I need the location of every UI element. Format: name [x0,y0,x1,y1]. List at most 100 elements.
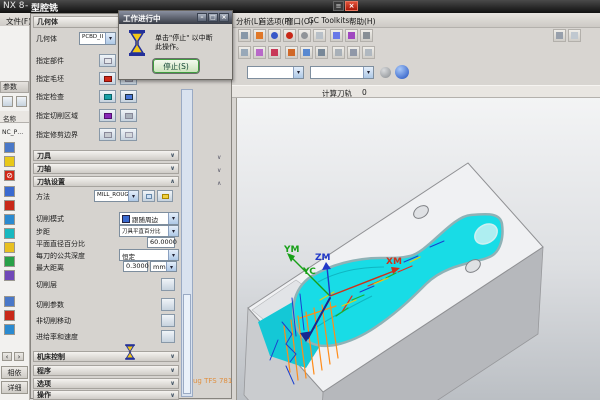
toolbar-icon[interactable] [313,29,326,42]
key-icon[interactable] [4,156,15,167]
resource-bar-icon[interactable] [4,256,15,267]
toolbar-icon[interactable] [268,29,281,42]
tree-row-nc-program[interactable]: NC_P… [2,129,23,136]
toolbar-icon[interactable] [253,29,266,42]
toolbar-icon[interactable] [315,46,328,59]
toolbar-icon[interactable] [285,46,298,59]
gray-sphere-icon[interactable] [380,67,391,78]
toolbar-icon[interactable] [360,29,373,42]
toolbar-icon[interactable] [300,46,313,59]
toolbar-icon[interactable] [283,29,296,42]
dialog-scrollbar[interactable] [181,89,193,397]
path-settings-section-bar[interactable]: 刀轨设置 ∧ [33,176,179,187]
combo-dropdown-icon[interactable]: ▾ [293,67,303,78]
combo-dropdown-icon[interactable]: ▾ [363,67,373,78]
menu-gc-toolkits[interactable]: GC Toolkits [308,16,349,25]
resource-bar-icon[interactable] [4,214,15,225]
navigator-header[interactable]: 参数 [0,81,29,93]
feeds-speeds-icon[interactable] [161,330,175,343]
name-column-header[interactable]: 名称 [0,111,29,123]
stop-button[interactable]: 停止(S) [153,59,199,73]
combo-dropdown-icon[interactable]: ▾ [168,250,178,260]
resource-bar-icon[interactable] [4,310,15,321]
resource-bar-icon[interactable] [4,242,15,253]
actions-section-bar[interactable]: 操作 ∨ [33,390,179,400]
tree-item-icon[interactable] [4,142,15,153]
panel-chevron-icon[interactable]: ∨ [217,154,221,161]
dependencies-tab[interactable]: 相依 [1,366,28,379]
close-icon[interactable]: × [219,13,229,22]
close-icon[interactable]: × [345,1,358,11]
viewport-3d[interactable]: YM YC ZM XM [237,98,600,400]
toolbar-icon[interactable] [238,29,251,42]
navigator-toolbar-icon[interactable] [16,96,27,107]
blue-sphere-icon[interactable] [395,65,409,79]
max-distance-field[interactable]: 0.3000 [123,261,148,272]
toolbar-icon[interactable] [298,29,311,42]
resource-bar-icon[interactable] [4,270,15,281]
select-part-icon[interactable] [99,54,116,67]
toolbar-icon[interactable] [330,29,343,42]
no-entry-icon[interactable]: ⊘ [4,170,15,181]
resource-bar-icon[interactable] [4,296,15,307]
program-section-bar[interactable]: 程序 ∨ [33,365,179,376]
select-check-icon[interactable] [99,90,116,103]
resource-bar-icon[interactable] [4,324,15,335]
view-combo[interactable]: ▾ [247,66,304,79]
dialog-scrollbar-thumb[interactable] [183,294,191,394]
toolbar-icon[interactable] [345,29,358,42]
collapse-icon: ∨ [170,367,175,374]
cut-levels-icon[interactable] [161,278,175,291]
progress-title-bar[interactable]: 工作进行中 – □ × [119,11,232,24]
panel-chevron-icon[interactable]: ∨ [217,167,221,174]
combo-dropdown-icon[interactable]: ▾ [166,262,176,271]
toolbar-icon[interactable] [238,46,251,59]
navigator-toolbar-icon[interactable] [2,96,13,107]
window-menu-icon[interactable]: ≡ [333,1,344,11]
percent-flat-field[interactable]: 60.0000 [147,237,175,248]
toolbar-icon[interactable] [268,46,281,59]
scroll-left-button[interactable]: ‹ [2,352,12,361]
scroll-right-button[interactable]: › [14,352,24,361]
minimize-icon[interactable]: – [197,13,207,22]
flashlight-icon[interactable] [120,90,137,103]
non-cutting-moves-icon[interactable] [161,314,175,327]
menu-analysis[interactable]: 分析(L) [236,16,261,27]
display-cut-area-icon[interactable] [120,109,137,122]
combo-dropdown-icon[interactable]: ▾ [168,226,178,236]
tool-section-bar[interactable]: 刀具 ∨ [33,150,179,161]
select-blank-icon[interactable] [99,72,116,85]
maximize-icon[interactable]: □ [208,13,218,22]
new-method-icon[interactable] [142,190,155,202]
toolbar-icon[interactable] [347,46,360,59]
panel-chevron-icon[interactable]: ∧ [217,180,221,187]
options-section-bar[interactable]: 选项 ∨ [33,378,179,389]
machine-control-section-bar[interactable]: 机床控制 ∨ [33,351,179,362]
layer-combo[interactable]: ▾ [310,66,374,79]
resource-bar-icon[interactable] [4,200,15,211]
resource-bar-icon[interactable] [4,228,15,239]
display-trim-icon[interactable] [120,128,137,141]
menu-help[interactable]: 帮助(H) [349,16,376,27]
cutting-parameters-icon[interactable] [161,298,175,311]
toolbar-icon[interactable] [553,29,566,42]
cut-pattern-combo[interactable]: 跟随周边 ▾ [119,212,179,225]
tool-axis-section-bar[interactable]: 刀轴 ∨ [33,163,179,174]
toolbar-icon[interactable] [332,46,345,59]
method-combo[interactable]: MILL_ROUGH ▾ [94,190,139,202]
depth-per-cut-combo[interactable]: 恒定 ▾ [119,249,179,261]
wrench-icon[interactable] [157,190,173,202]
select-cut-area-icon[interactable] [99,109,116,122]
select-trim-icon[interactable] [99,128,116,141]
unit-combo[interactable]: mm ▾ [150,261,177,272]
combo-dropdown-icon[interactable]: ▾ [128,191,138,201]
resource-bar-icon[interactable] [4,186,15,197]
combo-dropdown-icon[interactable]: ▾ [105,33,115,44]
combo-dropdown-icon[interactable]: ▾ [168,213,178,224]
toolbar-icon[interactable] [568,29,581,42]
geometry-combo[interactable]: PCBD_II ▾ [79,32,116,45]
stepover-combo[interactable]: 刀具平直百分比 ▾ [119,225,179,237]
details-tab[interactable]: 详细 [1,381,28,394]
toolbar-icon[interactable] [362,46,375,59]
toolbar-icon[interactable] [253,46,266,59]
